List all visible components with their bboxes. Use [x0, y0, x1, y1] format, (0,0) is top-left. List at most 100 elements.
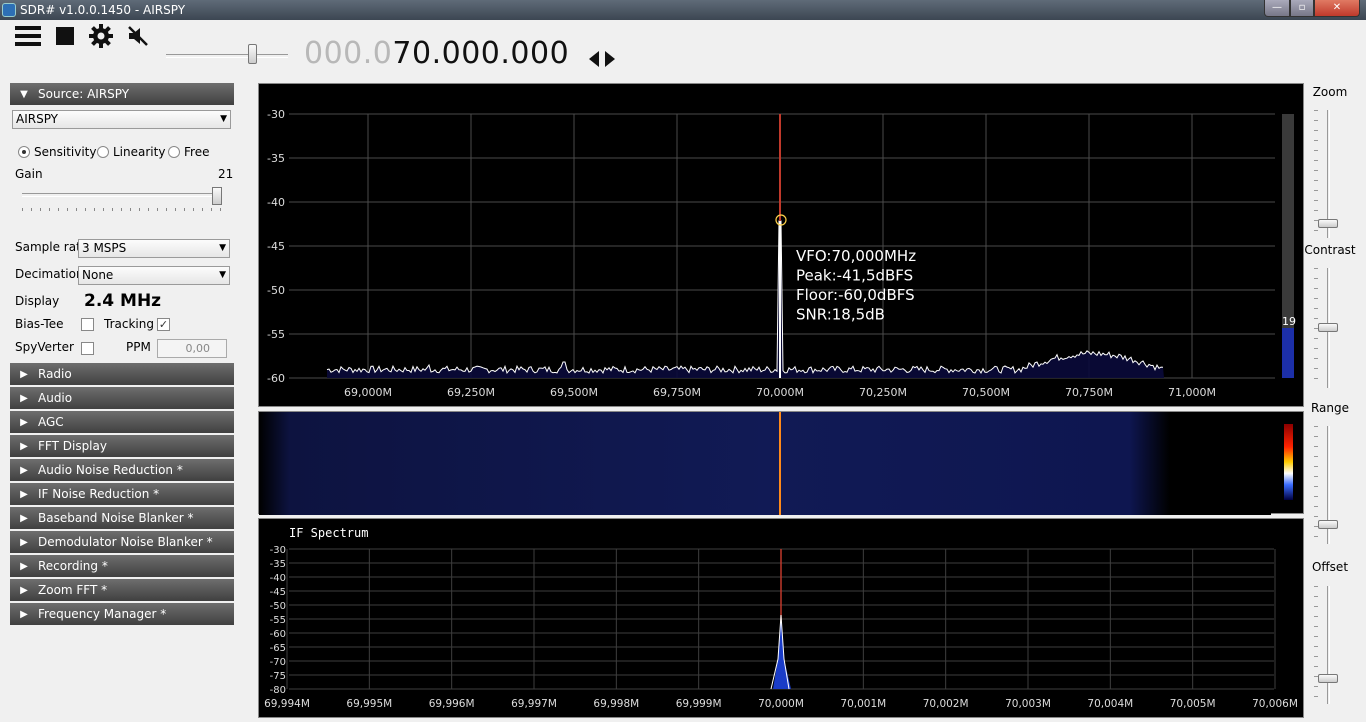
y-tick-label: -35 [267, 152, 285, 165]
bias-tee-label: Bias-Tee [15, 317, 64, 331]
ppm-input[interactable]: 0,00 [157, 339, 227, 358]
expand-right-icon: ▶ [20, 368, 28, 380]
if-y-tick-label: -75 [270, 671, 286, 682]
section-title: Zoom FFT * [38, 583, 108, 597]
mode-sensitivity-radio[interactable]: Sensitivity [18, 145, 96, 159]
if-x-tick-label: 70,004M [1087, 698, 1133, 710]
mode-label: Sensitivity [34, 145, 97, 159]
radio-dot [18, 146, 30, 158]
waterfall-display[interactable] [259, 412, 1305, 515]
section-title: Audio Noise Reduction * [38, 463, 183, 477]
gain-value: 21 [218, 167, 234, 181]
contrast-slider-thumb[interactable] [1318, 323, 1338, 332]
section-title: AGC [38, 415, 64, 429]
spectrum-fill [327, 221, 1164, 378]
x-tick-label: 69,250M [447, 386, 495, 399]
source-section-header[interactable]: ▼ Source: AIRSPY [10, 83, 234, 105]
section-header[interactable]: ▶ AGC [10, 411, 234, 433]
section-header[interactable]: ▶ Zoom FFT * [10, 579, 234, 601]
if-y-tick-label: -30 [270, 545, 286, 556]
section-header[interactable]: ▶ Radio [10, 363, 234, 385]
chevron-down-icon: ▼ [219, 243, 226, 253]
if-x-tick-label: 70,002M [923, 698, 969, 710]
x-tick-label: 69,500M [550, 386, 598, 399]
section-header[interactable]: ▶ Baseband Noise Blanker * [10, 507, 234, 529]
readout-snr: SNR:18,5dB [796, 306, 885, 324]
frequency-display[interactable]: 000.070.000.000 [304, 36, 569, 71]
if-x-tick-label: 69,995M [346, 698, 392, 710]
y-tick-label: -60 [267, 372, 285, 385]
level-meter-fill [1282, 328, 1294, 378]
if-y-tick-label: -40 [270, 573, 286, 584]
if-y-tick-label: -35 [270, 559, 286, 570]
frequency-main-digits[interactable]: 70.000.000 [392, 36, 569, 71]
section-title: Demodulator Noise Blanker * [38, 535, 213, 549]
bias-tee-checkbox[interactable] [81, 318, 94, 331]
readout-peak: Peak:-41,5dBFS [796, 267, 913, 285]
minimize-button[interactable]: — [1264, 0, 1290, 17]
close-button[interactable]: ✕ [1314, 0, 1360, 17]
x-tick-label: 70,000M [756, 386, 804, 399]
tuning-arrows-icon[interactable] [588, 45, 616, 73]
section-title: Baseband Noise Blanker * [38, 511, 194, 525]
spectrum-panel[interactable]: -30 -35 -40 -45 -50 -55 -60 69,000M 69,250M 69,50… [258, 83, 1304, 407]
mute-icon[interactable] [124, 22, 152, 50]
mode-linearity-radio[interactable]: Linearity [97, 145, 165, 159]
range-slider-thumb[interactable] [1318, 520, 1338, 529]
x-tick-label: 69,000M [344, 386, 392, 399]
expand-right-icon: ▶ [20, 392, 28, 404]
device-select[interactable]: AIRSPY ▼ [12, 110, 231, 129]
expand-right-icon: ▶ [20, 440, 28, 452]
sample-rate-value: 3 MSPS [82, 241, 127, 255]
y-tick-label: -50 [267, 284, 285, 297]
section-header[interactable]: ▶ IF Noise Reduction * [10, 483, 234, 505]
if-spectrum-analyzer[interactable]: IF Spectrum-30 -35 -40 -45 -50 -55 -60 -65 -70 -7… [259, 519, 1305, 719]
range-label: Range [1310, 401, 1350, 415]
spectrum-analyzer[interactable]: -30 -35 -40 -45 -50 -55 -60 69,000M 69,250M 69,50… [259, 84, 1305, 408]
radio-dot [168, 146, 180, 158]
gear-icon[interactable] [87, 22, 115, 50]
chevron-down-icon: ▼ [220, 114, 227, 124]
if-y-tick-label: -50 [270, 601, 286, 612]
gain-slider-thumb[interactable] [212, 187, 222, 205]
spyverter-checkbox[interactable] [81, 342, 94, 355]
section-header[interactable]: ▶ Demodulator Noise Blanker * [10, 531, 234, 553]
display-label: Display [15, 294, 60, 308]
menu-icon[interactable] [14, 22, 42, 50]
stop-icon[interactable] [51, 22, 79, 50]
volume-slider-track[interactable] [166, 54, 288, 58]
sample-rate-select[interactable]: 3 MSPS ▼ [78, 239, 230, 258]
gain-label: Gain [15, 167, 43, 181]
offset-slider-thumb[interactable] [1318, 674, 1338, 683]
decimation-select[interactable]: None ▼ [78, 266, 230, 285]
section-header[interactable]: ▶ FFT Display [10, 435, 234, 457]
offset-slider-track[interactable] [1327, 586, 1330, 704]
section-header[interactable]: ▶ Audio Noise Reduction * [10, 459, 234, 481]
y-tick-label: -30 [267, 108, 285, 121]
section-header[interactable]: ▶ Audio [10, 387, 234, 409]
spyverter-label: SpyVerter [15, 340, 74, 354]
if-spectrum-panel[interactable]: IF Spectrum -30 -35 -40 -45 -50 -55 -60 -65 -70 -7… [258, 518, 1304, 718]
section-header[interactable]: ▶ Frequency Manager * [10, 603, 234, 625]
section-header[interactable]: ▶ Recording * [10, 555, 234, 577]
maximize-button[interactable]: ▫ [1290, 0, 1314, 17]
section-title: Recording * [38, 559, 108, 573]
expand-right-icon: ▶ [20, 560, 28, 572]
volume-slider-thumb[interactable] [248, 44, 257, 64]
if-x-tick-label: 69,999M [676, 698, 722, 710]
if-y-tick-label: -70 [270, 657, 286, 668]
waterfall-panel[interactable] [258, 411, 1305, 515]
zoom-slider-ticks [1314, 110, 1318, 238]
expand-right-icon: ▶ [20, 512, 28, 524]
decimation-value: None [82, 268, 114, 282]
expand-right-icon: ▶ [20, 608, 28, 620]
source-panel: ▼ Source: AIRSPY [10, 83, 234, 107]
zoom-label: Zoom [1312, 85, 1348, 99]
zoom-slider-thumb[interactable] [1318, 219, 1338, 228]
mode-free-radio[interactable]: Free [168, 145, 209, 159]
frequency-leading-digits[interactable]: 000.0 [304, 36, 392, 71]
offset-label: Offset [1311, 560, 1349, 574]
section-title: Radio [38, 367, 72, 381]
tracking-checkbox[interactable]: ✓ [157, 318, 170, 331]
gain-slider-track[interactable] [22, 193, 222, 197]
